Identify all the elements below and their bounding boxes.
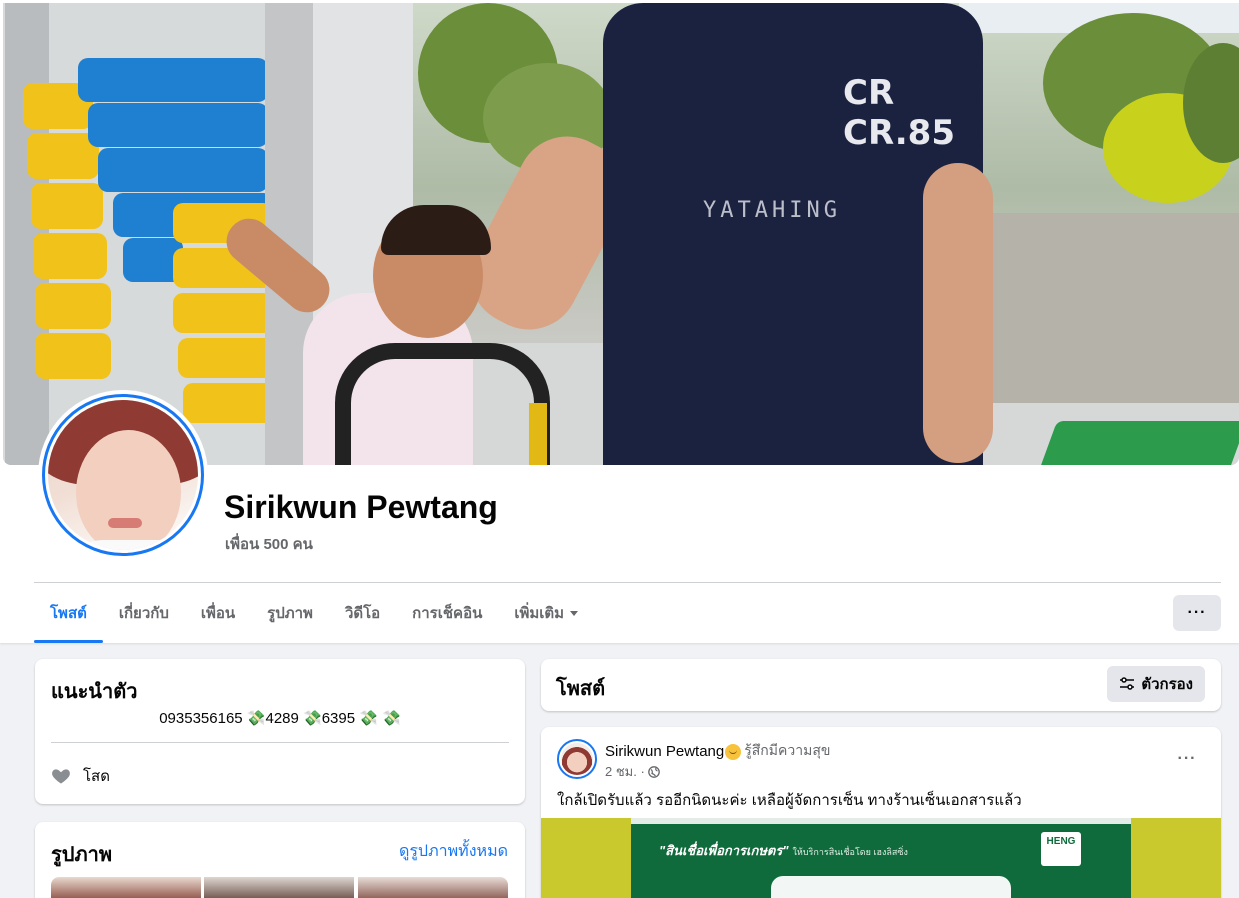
heng-logo: HENG bbox=[1041, 832, 1081, 866]
tab-label: โพสต์ bbox=[50, 605, 87, 622]
intro-card: แนะนำตัว 0935356165 💸4289 💸6395 💸 💸 โสด bbox=[35, 659, 525, 804]
posts-header-card: โพสต์ ตัวกรอง bbox=[541, 659, 1221, 711]
globe-icon bbox=[647, 765, 660, 778]
profile-tabs: โพสต์ เกี่ยวกับ เพื่อน รูปภาพ วิดีโอ การ… bbox=[34, 584, 594, 643]
tab-checkins[interactable]: การเช็คอิน bbox=[396, 584, 498, 642]
profile-name: Sirikwun Pewtang bbox=[224, 489, 498, 525]
profile-header: CR CR.85 YATAHING Sirikwun Pewtang เพื่อน… bbox=[0, 0, 1239, 643]
more-dots-icon: ··· bbox=[1187, 604, 1207, 621]
tab-label: เพิ่มเติม bbox=[514, 605, 565, 622]
profile-more-button[interactable]: ··· bbox=[1173, 595, 1221, 631]
post-feeling: รู้สึกมีความสุข bbox=[744, 742, 831, 758]
filter-button[interactable]: ตัวกรอง bbox=[1107, 666, 1205, 702]
photos-card: รูปภาพ ดูรูปภาพทั้งหมด bbox=[35, 822, 525, 898]
tab-more[interactable]: เพิ่มเติม bbox=[498, 584, 594, 642]
tab-friends[interactable]: เพื่อน bbox=[185, 584, 251, 642]
filter-label: ตัวกรอง bbox=[1141, 676, 1193, 693]
intro-title: แนะนำตัว bbox=[51, 681, 138, 703]
tab-videos[interactable]: วิดีโอ bbox=[329, 584, 396, 642]
intro-divider bbox=[51, 742, 509, 743]
photo-thumbnail[interactable] bbox=[358, 877, 508, 898]
image-banner-text: "สินเชื่อเพื่อการเกษตร" ให้บริการสินเชื่อ… bbox=[659, 843, 908, 858]
tab-label: รูปภาพ bbox=[267, 605, 313, 622]
tab-photos[interactable]: รูปภาพ bbox=[251, 584, 329, 642]
tab-label: วิดีโอ bbox=[344, 605, 381, 622]
tab-about[interactable]: เกี่ยวกับ bbox=[103, 584, 185, 642]
smile-emoji-icon bbox=[725, 744, 742, 760]
heart-icon bbox=[52, 769, 70, 784]
post-text: ใกล้เปิดรับแล้ว รออีกนิดนะค่ะ เหลือผู้จั… bbox=[557, 792, 1022, 809]
header-divider bbox=[34, 582, 1221, 583]
post-author-avatar[interactable] bbox=[557, 739, 597, 779]
friend-count[interactable]: เพื่อน 500 คน bbox=[225, 532, 313, 556]
relationship-status: โสด bbox=[51, 764, 110, 788]
relationship-label: โสด bbox=[83, 768, 110, 785]
post-author-name[interactable]: Sirikwun Pewtang bbox=[605, 743, 724, 760]
see-all-photos-link[interactable]: ดูรูปภาพทั้งหมด bbox=[399, 839, 508, 864]
photos-title: รูปภาพ bbox=[51, 844, 113, 866]
cover-photo[interactable]: CR CR.85 YATAHING bbox=[3, 3, 1239, 465]
tab-label: เพื่อน bbox=[200, 605, 236, 622]
post-author-line: Sirikwun Pewtang รู้สึกมีความสุข bbox=[605, 740, 830, 762]
tab-label: การเช็คอิน bbox=[412, 605, 483, 622]
tab-posts[interactable]: โพสต์ bbox=[34, 584, 103, 643]
post-options-button[interactable]: ··· bbox=[1169, 741, 1205, 777]
sliders-icon bbox=[1120, 677, 1135, 690]
photo-thumbnail[interactable] bbox=[51, 877, 201, 898]
post-card: Sirikwun Pewtang รู้สึกมีความสุข 2 ชม. ·… bbox=[541, 727, 1221, 898]
intro-bio: 0935356165 💸4289 💸6395 💸 💸 bbox=[159, 710, 401, 727]
post-image[interactable]: "สินเชื่อเพื่อการเกษตร" ให้บริการสินเชื่อ… bbox=[541, 818, 1221, 898]
tab-label: เกี่ยวกับ bbox=[118, 605, 169, 622]
post-meta: 2 ชม. · bbox=[605, 761, 660, 782]
profile-avatar[interactable] bbox=[38, 390, 208, 560]
post-timestamp[interactable]: 2 ชม. · bbox=[605, 761, 645, 782]
posts-title: โพสต์ bbox=[556, 678, 606, 700]
more-dots-icon: ··· bbox=[1177, 750, 1197, 767]
chevron-down-icon bbox=[570, 610, 579, 616]
photo-thumbnail[interactable] bbox=[204, 877, 354, 898]
